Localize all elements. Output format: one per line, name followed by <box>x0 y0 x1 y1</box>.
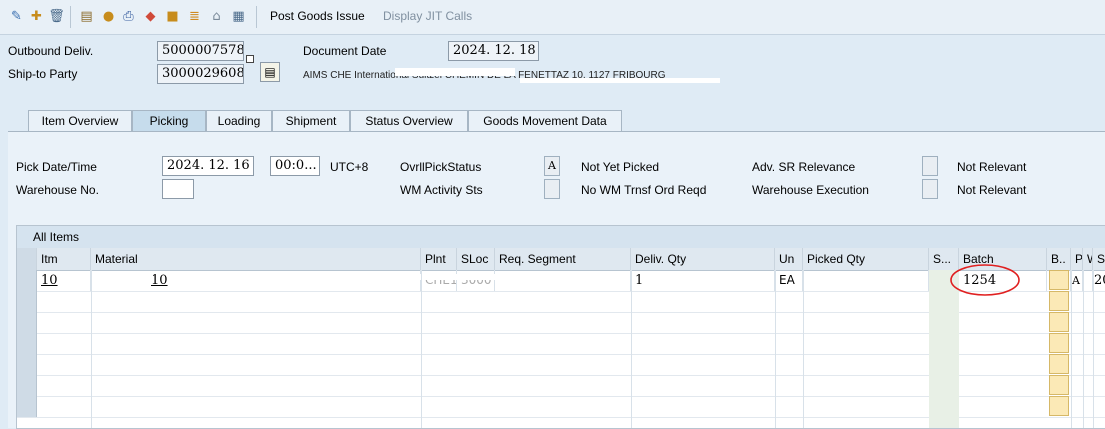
col-un[interactable]: Un <box>775 248 803 270</box>
adv-sr-label: Adv. SR Relevance <box>752 160 856 174</box>
col-sloc[interactable]: SLoc <box>457 248 495 270</box>
cell-deliv-qty[interactable]: 1 <box>631 270 775 291</box>
timezone-label: UTC+8 <box>330 160 369 174</box>
display-jit-calls-button: Display JIT Calls <box>383 9 473 23</box>
adv-sr-code <box>922 156 938 176</box>
batch-help-button[interactable] <box>1049 312 1069 332</box>
ship-to-label: Ship-to Party <box>8 67 78 81</box>
items-table-header: Itm Material Plnt SLoc Req. Segment Deli… <box>17 248 1105 271</box>
warehouse-label: Warehouse No. <box>16 183 99 197</box>
list-icon[interactable]: ≣ <box>186 8 203 25</box>
document-date-field[interactable]: 2024. 12. 18 <box>448 41 539 61</box>
document-icon[interactable]: ▤ <box>78 8 95 25</box>
outbound-delivery-field[interactable]: 5000007578 <box>157 41 244 61</box>
warehouse-execution-label: Warehouse Execution <box>752 183 869 197</box>
cell-picked-qty[interactable] <box>803 270 929 291</box>
col-req-segment[interactable]: Req. Segment <box>495 248 631 270</box>
batch-help-button[interactable] <box>1049 291 1069 311</box>
col-plnt[interactable]: Plnt <box>421 248 457 270</box>
home-icon[interactable]: ⌂ <box>208 8 225 25</box>
wm-activity-text: No WM Trnsf Ord Reqd <box>581 183 707 197</box>
pick-icon[interactable]: ◆ <box>142 8 159 25</box>
col-w[interactable]: W <box>1083 248 1093 270</box>
batch-help-button[interactable] <box>1049 396 1069 416</box>
items-table-title: All Items <box>17 226 1105 248</box>
print-icon[interactable]: ⎙ <box>120 8 137 25</box>
create-icon[interactable]: ✚ <box>28 8 45 25</box>
tab-picking[interactable]: Picking <box>132 110 206 131</box>
tab-status-overview[interactable]: Status Overview <box>350 110 468 131</box>
warehouse-execution-code <box>922 179 938 199</box>
batch-help-button[interactable] <box>1049 375 1069 395</box>
wm-activity-code <box>544 179 560 199</box>
tabstrip: Item Overview Picking Loading Shipment S… <box>8 110 1098 132</box>
batch-help-button[interactable] <box>1049 354 1069 374</box>
col-material[interactable]: Material <box>91 248 421 270</box>
cell-p: A <box>1071 270 1083 291</box>
warehouse-field[interactable] <box>162 179 194 199</box>
pick-time-field[interactable]: 00:0... <box>270 156 320 176</box>
wm-activity-label: WM Activity Sts <box>400 183 483 197</box>
highlight-circle <box>950 264 1020 296</box>
cell-itm[interactable]: 10 <box>37 270 91 291</box>
partner-icon[interactable]: ● <box>100 8 117 25</box>
warehouse-execution-text: Not Relevant <box>957 183 1027 197</box>
cell-un: EA <box>775 270 803 291</box>
batch-help-button[interactable] <box>1049 333 1069 353</box>
tab-goods-movement-data[interactable]: Goods Movement Data <box>468 110 622 131</box>
tab-item-overview[interactable]: Item Overview <box>28 110 132 131</box>
adv-sr-text: Not Relevant <box>957 160 1027 174</box>
ovrll-pick-status-code: A <box>544 156 560 176</box>
post-goods-issue-button[interactable]: Post Goods Issue <box>270 9 365 23</box>
document-date-label: Document Date <box>303 44 387 58</box>
address-icon[interactable]: ▤ <box>260 62 280 82</box>
f4-help-marker[interactable] <box>246 55 254 63</box>
col-picked-qty[interactable]: Picked Qty <box>803 248 929 270</box>
cell-st: 20 <box>1094 273 1105 288</box>
pack-icon[interactable]: ■ <box>164 8 181 25</box>
ovrll-pick-status-label: OvrllPickStatus <box>400 160 482 174</box>
pick-date-field[interactable]: 2024. 12. 16 <box>162 156 254 176</box>
change-icon[interactable]: ✎ <box>8 8 25 25</box>
cell-w <box>1083 270 1093 291</box>
ship-to-field[interactable]: 3000029608 <box>157 64 244 84</box>
row-selector[interactable] <box>17 270 37 291</box>
outbound-delivery-label: Outbound Deliv. <box>8 44 94 58</box>
items-table: All Items Itm Material Plnt SLoc Req. Se… <box>16 225 1105 429</box>
col-deliv-qty[interactable]: Deliv. Qty <box>631 248 775 270</box>
batch-help-button[interactable] <box>1049 270 1069 290</box>
cell-req-segment[interactable] <box>495 270 631 291</box>
delete-icon[interactable]: 🗑 <box>48 8 65 25</box>
overview-icon[interactable]: ▦ <box>230 8 247 25</box>
col-itm[interactable]: Itm <box>37 248 91 270</box>
application-toolbar: ✎ ✚ 🗑 ▤ ● ⎙ ◆ ■ ≣ ⌂ ▦ Post Goods Issue D… <box>0 0 1105 35</box>
col-st[interactable]: St <box>1093 248 1105 270</box>
col-p[interactable]: P <box>1071 248 1083 270</box>
ovrll-pick-status-text: Not Yet Picked <box>581 160 660 174</box>
select-all-cell[interactable] <box>17 248 37 270</box>
col-b[interactable]: B.. <box>1047 248 1071 270</box>
pick-date-label: Pick Date/Time <box>16 160 97 174</box>
tab-loading[interactable]: Loading <box>206 110 272 131</box>
tab-shipment[interactable]: Shipment <box>272 110 350 131</box>
